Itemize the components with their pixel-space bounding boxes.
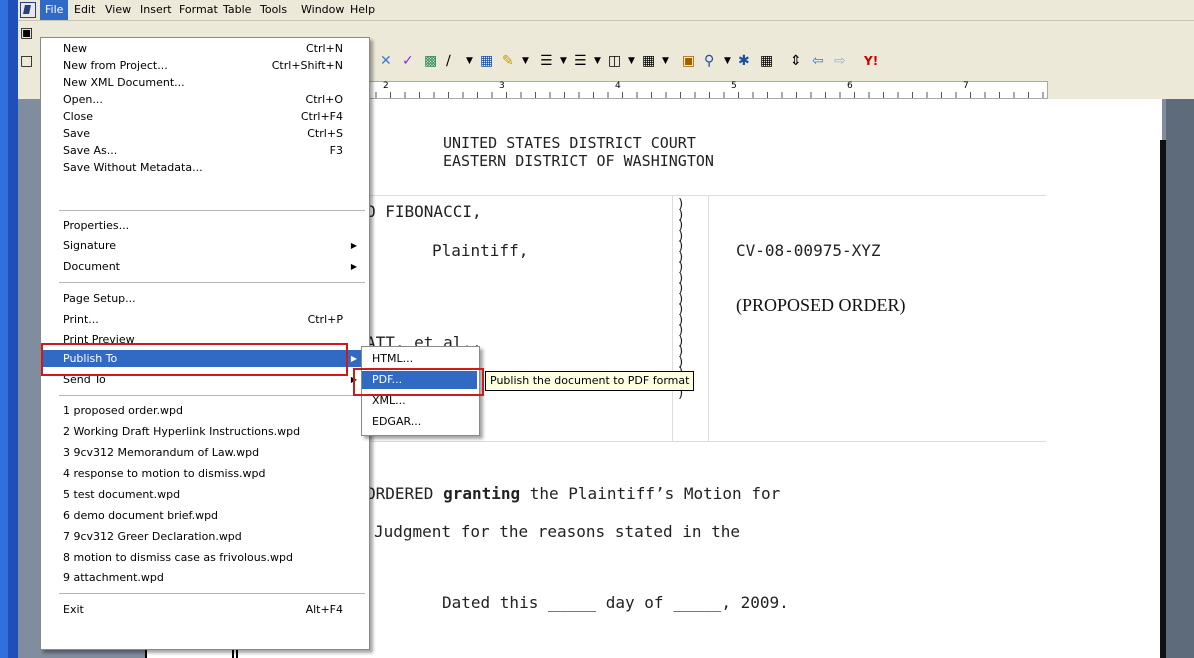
menu-separator [59,593,365,594]
highlight-tool-icon[interactable]: ✕ [380,51,392,71]
page-edge-bar [1160,140,1166,658]
proposed-order-title: (PROPOSED ORDER) [736,295,906,315]
recent-file-5[interactable]: 5 test document.wpd [41,486,367,503]
menu-bar: File Edit View Insert Format Table Tools… [18,0,1194,21]
line-dropdown-icon[interactable]: ▼ [466,51,473,71]
menu-item-new[interactable]: New Ctrl+N [41,40,367,57]
menu-item-open[interactable]: Open... Ctrl+O [41,91,367,108]
bullets-dropdown-icon[interactable]: ▼ [594,51,601,71]
pen-tool-icon[interactable]: ✓ [402,51,414,71]
calendar-icon[interactable]: ▦ [760,51,773,71]
court-heading-line2: EASTERN DISTRICT OF WASHINGTON [443,152,714,170]
new-document-icon[interactable]: □ [20,51,33,71]
caption-top-rule [362,195,1046,196]
menu-item-properties[interactable]: Properties... [41,217,367,234]
ruler-number: 7 [963,81,969,91]
menu-item-page-setup[interactable]: Page Setup... [41,290,367,307]
menu-separator [59,210,365,211]
menu-view[interactable]: View [100,0,136,20]
ruler-number: 4 [615,81,621,91]
publish-edgar[interactable]: EDGAR... [362,413,477,431]
menu-item-signature[interactable]: Signature ▶ [41,237,367,254]
order-line-1: ORDERED granting the Plaintiff’s Motion … [366,484,781,503]
recent-file-8[interactable]: 8 motion to dismiss case as frivolous.wp… [41,549,367,566]
menu-edit[interactable]: Edit [69,0,100,20]
plaintiff-role: Plaintiff, [432,241,529,260]
dated-line: Dated this _____ day of _____, 2009. [442,593,789,612]
graphics-icon[interactable]: ▩ [424,51,437,71]
zoom-dropdown-icon[interactable]: ▼ [724,51,731,71]
table-dropdown-icon[interactable]: ▼ [662,51,669,71]
menu-item-new-from-project[interactable]: New from Project... Ctrl+Shift+N [41,57,367,74]
menu-insert[interactable]: Insert [135,0,177,20]
menu-item-new-xml[interactable]: New XML Document... [41,74,367,91]
numbering-dropdown-icon[interactable]: ▼ [560,51,567,71]
menu-format[interactable]: Format [174,0,223,20]
ruler-number: 6 [847,81,853,91]
publish-html[interactable]: HTML... [362,350,477,368]
menu-separator [59,395,365,396]
ruler-number: 3 [499,81,505,91]
menu-separator [59,282,365,283]
chart-icon[interactable]: ▣ [682,51,695,71]
menu-tools[interactable]: Tools [255,0,292,20]
zoom-icon[interactable]: ⚲ [704,51,714,71]
court-heading-line1: UNITED STATES DISTRICT COURT [443,134,696,152]
recent-file-4[interactable]: 4 response to motion to dismiss.wpd [41,465,367,482]
ruler[interactable]: 2 3 4 5 6 7 [360,81,1048,99]
highlight-dropdown-icon[interactable]: ▼ [522,51,529,71]
menu-item-close[interactable]: Close Ctrl+F4 [41,108,367,125]
back-arrow-icon[interactable]: ⇦ [812,51,824,71]
caption-bottom-rule [362,441,1046,442]
columns-dropdown-icon[interactable]: ▼ [628,51,635,71]
menu-help[interactable]: Help [345,0,380,20]
yahoo-icon[interactable]: Y! [864,51,878,71]
forward-arrow-icon[interactable]: ⇨ [834,51,846,71]
textbox-icon[interactable]: ▦ [480,51,493,71]
plaintiff-name: O FIBONACCI, [366,202,482,221]
menu-window[interactable]: Window [296,0,349,20]
menu-file[interactable]: File [40,0,69,20]
menu-item-save-without-metadata[interactable]: Save Without Metadata... [41,159,367,176]
numbering-icon[interactable]: ☰ [540,51,553,71]
recent-file-9[interactable]: 9 attachment.wpd [41,569,367,586]
publish-to-highlight-box [41,343,348,376]
recent-file-2[interactable]: 2 Working Draft Hyperlink Instructions.w… [41,423,367,440]
recent-file-7[interactable]: 7 9cv312 Greer Declaration.wpd [41,528,367,545]
ruler-number: 5 [731,81,737,91]
table-icon[interactable]: ▦ [642,51,655,71]
menu-table[interactable]: Table [218,0,256,20]
submenu-arrow-icon: ▶ [350,354,357,363]
order-line-2: Judgment for the reasons stated in the [374,522,741,541]
window-frame-left [0,0,8,658]
ruler-ticks [361,92,1047,98]
recent-file-6[interactable]: 6 demo document brief.wpd [41,507,367,524]
menu-item-exit[interactable]: Exit Alt+F4 [41,601,367,618]
submenu-arrow-icon: ▶ [350,241,357,250]
menu-item-save-as[interactable]: Save As... F3 [41,142,367,159]
asterisk-icon[interactable]: ✱ [738,51,750,71]
workspace-right-edge [1166,99,1194,658]
highlight-pen-icon[interactable]: ✎ [502,51,514,71]
line-tool-icon[interactable]: ∕ [446,51,451,71]
split-icon[interactable]: ⇕ [790,51,802,71]
bullets-icon[interactable]: ☰ [574,51,587,71]
pdf-tooltip: Publish the document to PDF format [485,371,695,391]
pdf-highlight-box [353,368,484,396]
caption-parentheses: ) ) ) ) ) ) ) ) ) ) ) ) ) ) ) ) ) ) ) [677,197,685,401]
caption-divider-left [672,195,673,441]
window-frame-inner [8,0,18,658]
menu-item-document[interactable]: Document ▶ [41,258,367,275]
recent-file-3[interactable]: 3 9cv312 Memorandum of Law.wpd [41,444,367,461]
recent-file-1[interactable]: 1 proposed order.wpd [41,402,367,419]
app-icon[interactable] [20,2,36,18]
submenu-arrow-icon: ▶ [350,262,357,271]
columns-icon[interactable]: ◫ [608,51,621,71]
ruler-number: 2 [383,81,389,91]
menu-item-print[interactable]: Print... Ctrl+P [41,311,367,328]
case-number: CV-08-00975-XYZ [736,241,881,260]
menu-item-save[interactable]: Save Ctrl+S [41,125,367,142]
caption-divider-right [708,195,709,441]
property-bar-icon[interactable]: ▣ [20,23,33,43]
